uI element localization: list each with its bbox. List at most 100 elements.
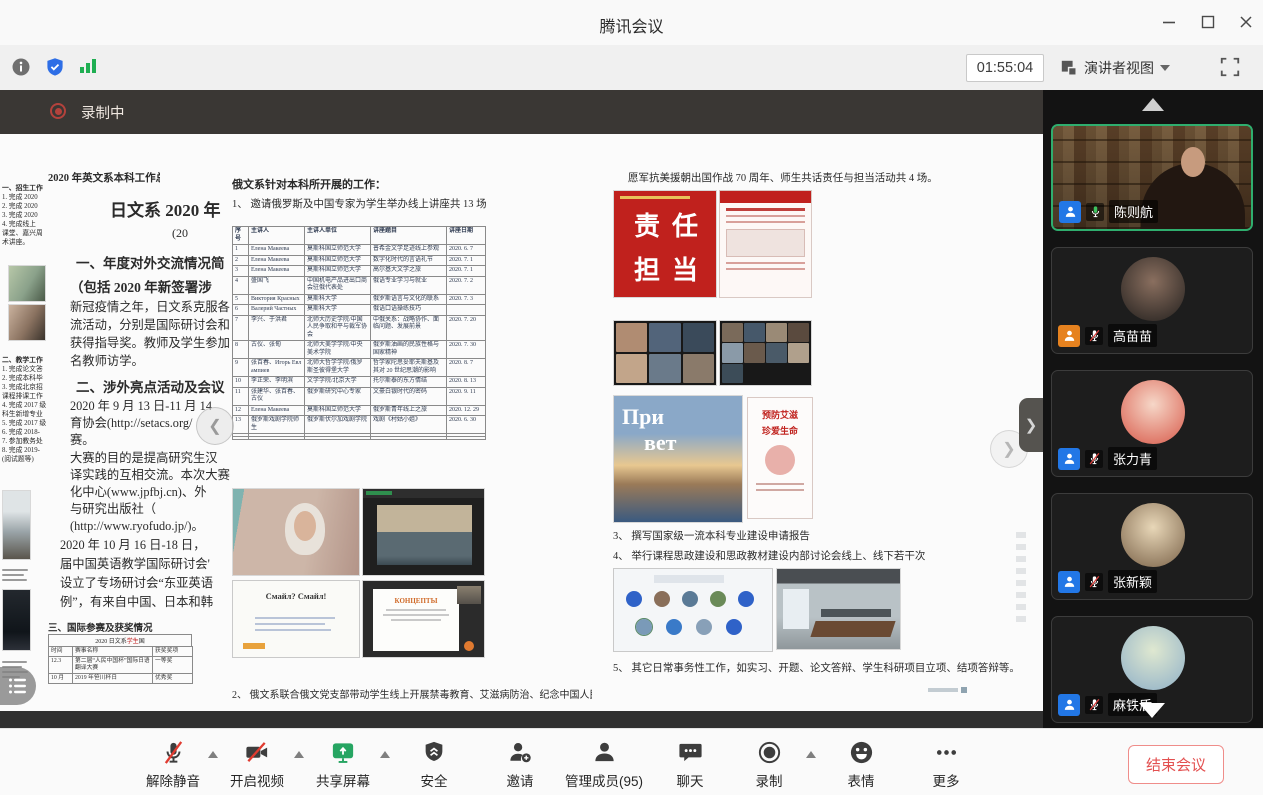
shared-screen-document[interactable]: 一、招生工作 1. 完成 20202. 完成 20203. 完成 20204. …: [0, 134, 1043, 711]
poster-line: [726, 221, 805, 223]
doc-poster-aids: 预防艾滋 珍爱生命: [747, 397, 813, 519]
participant-name: 高苗苗: [1108, 324, 1157, 347]
person-add-icon: [482, 736, 558, 766]
maximize-button[interactable]: [1195, 11, 1221, 33]
poster-char: 当: [666, 249, 704, 293]
view-mode-selector[interactable]: 演讲者视图: [1060, 54, 1170, 82]
meeting-timer: 01:55:04: [966, 54, 1044, 82]
doc-photo-smail-slide: Смайл? Смайл!: [232, 580, 360, 658]
doc-poster-news: [719, 190, 812, 298]
doc-text-line: 术讲座。: [2, 238, 48, 247]
en-page-section1: 一、招生工作 1. 完成 20202. 完成 20203. 完成 20204. …: [2, 184, 48, 247]
doc-photo: [2, 589, 31, 651]
end-meeting-button[interactable]: 结束会议: [1128, 745, 1224, 784]
prev-page-button[interactable]: ❮: [196, 407, 234, 445]
ru-lecture-table-wrap: 序号主讲人主讲人单位讲座题目讲座日期1Елена Макеева莫斯科国立师范大…: [232, 226, 486, 474]
lecture-cell: 文豪白银时代的密码: [371, 387, 447, 405]
jp-paragraph-4: 2020 年 10 月 16 日-18 日，届中国英语教学国际研讨会'设立了专场…: [60, 536, 232, 612]
lecture-cell: 中俄关系：战略协作、面临问题、发展前景: [371, 315, 447, 341]
aids-title-1: 预防艾滋: [748, 408, 812, 421]
lecture-cell: 数字化时代的言语礼节: [371, 255, 447, 266]
doc-text-line: 1. 完成论文答: [2, 365, 48, 374]
jp-heading-2: （包括 2020 年新签署涉: [70, 276, 232, 296]
lecture-cell: Елена Макеева: [249, 405, 305, 416]
slide-line: [391, 619, 441, 621]
poster-line: [726, 268, 805, 270]
participant-role-badge: [1058, 325, 1080, 347]
lecture-cell: 中国机电产品进出口商会驻俄代表处: [305, 276, 371, 294]
record-button[interactable]: 录制: [732, 736, 806, 792]
share-screen-button[interactable]: 共享屏幕: [300, 736, 386, 792]
lecture-cell: 俄罗斯青年线上之旅: [371, 405, 447, 416]
poster-topline: [620, 196, 690, 199]
doc-text-line: 课堂、嘉兴周: [2, 229, 48, 238]
chat-button[interactable]: 聊天: [654, 736, 726, 792]
lecture-row: [233, 437, 486, 440]
poster-line: [726, 262, 805, 264]
person-badge-icon: [1062, 697, 1077, 712]
grid-cell: [683, 323, 714, 352]
slide-line: [255, 617, 335, 619]
record-options-caret[interactable]: [806, 751, 816, 758]
participant-name: 张力青: [1108, 447, 1157, 470]
ru-page-heading: 俄文系针对本科所开展的工作：: [232, 176, 386, 192]
lecture-row: 9张百春、Игорь Евлампиев北师大哲学学院/俄罗斯圣彼得堡大学哲学家…: [233, 359, 486, 377]
lecture-cell: Виктория Красных: [249, 294, 305, 305]
grid-cell: [683, 354, 714, 383]
more-button[interactable]: 更多: [910, 736, 982, 792]
minimize-button[interactable]: [1156, 11, 1182, 33]
doc-text-line: 届中国英语教学国际研讨会': [60, 555, 232, 574]
network-quality-button[interactable]: [79, 57, 97, 75]
manage-members-button[interactable]: 管理成员(95): [558, 736, 650, 792]
participant-tile[interactable]: 张新颖: [1051, 493, 1253, 600]
mic-muted-icon: [1085, 450, 1103, 468]
lecture-cell: 高尔基大文学之旅: [371, 266, 447, 277]
lecture-cell: 普希金文学足迹线上参观: [371, 245, 447, 256]
doc-photo: [2, 490, 31, 560]
bottom-toolbar: 解除静音 开启视频 共享屏幕 安全 邀请: [0, 728, 1263, 795]
lecture-cell: Елена Макеева: [249, 245, 305, 256]
meeting-info-button[interactable]: [11, 57, 31, 77]
lecture-cell: 13: [233, 416, 249, 434]
manage-members-label: 管理成员(95): [558, 770, 650, 790]
share-options-caret[interactable]: [380, 751, 390, 758]
participant-tile[interactable]: 高苗苗: [1051, 247, 1253, 354]
participant-tile[interactable]: 陈则航: [1051, 124, 1253, 231]
security-button[interactable]: 安全: [398, 736, 470, 792]
status-toolbar: 01:55:04 演讲者视图: [0, 45, 1263, 91]
en-page-title: 2020 年英文系本科工作总结: [48, 170, 160, 185]
lecture-cell: 2020. 8. 13: [447, 377, 486, 388]
unmute-button[interactable]: 解除静音: [128, 736, 218, 792]
signal-bars-icon: [79, 57, 97, 75]
reactions-button[interactable]: 表情: [826, 736, 896, 792]
doc-text-line: (阅试题等): [2, 455, 48, 464]
lecture-cell: 莫斯科国立师范大学: [305, 266, 371, 277]
lecture-cell: 北师大美学学院/中央美术学院: [305, 341, 371, 359]
close-button[interactable]: [1233, 11, 1259, 33]
lecture-cell: Валерий Частных: [249, 305, 305, 316]
doc-heading: 一、招生工作: [2, 184, 48, 193]
scroll-up-icon[interactable]: [1142, 98, 1164, 111]
security-status-button[interactable]: [45, 57, 65, 77]
lecture-col-header: 主讲人: [249, 227, 305, 245]
start-video-button[interactable]: 开启视频: [214, 736, 300, 792]
fullscreen-icon: [1219, 56, 1241, 78]
lecture-cell: 莫斯科大学: [305, 305, 371, 316]
participant-tile[interactable]: 张力青: [1051, 370, 1253, 477]
recording-icon: [50, 103, 66, 119]
lecture-cell: [447, 305, 486, 316]
collapse-sidebar-button[interactable]: ❯: [1019, 398, 1043, 452]
main-content: 录制中 一、招生工作 1. 完成 20202. 完成 20203. 完成 202…: [0, 90, 1263, 728]
doc-photo-privet: При вет: [613, 395, 743, 523]
lecture-cell: [447, 437, 486, 440]
doc-outline-button[interactable]: [0, 667, 36, 705]
invite-button[interactable]: 邀请: [482, 736, 558, 792]
award-col-header: 赛事名称: [73, 647, 153, 657]
doc-text-line: 2. 完成本科毕: [2, 374, 48, 383]
right-item-4: 4、 举行课程思政建设和思政教材建设内部讨论会线上、线下若干次: [613, 548, 925, 563]
title-bar: 腾讯会议: [0, 0, 1263, 46]
chat-label: 聊天: [654, 770, 726, 790]
lecture-cell: 2020. 12. 29: [447, 405, 486, 416]
scroll-down-icon[interactable]: [1139, 703, 1165, 718]
fullscreen-button[interactable]: [1219, 56, 1241, 78]
